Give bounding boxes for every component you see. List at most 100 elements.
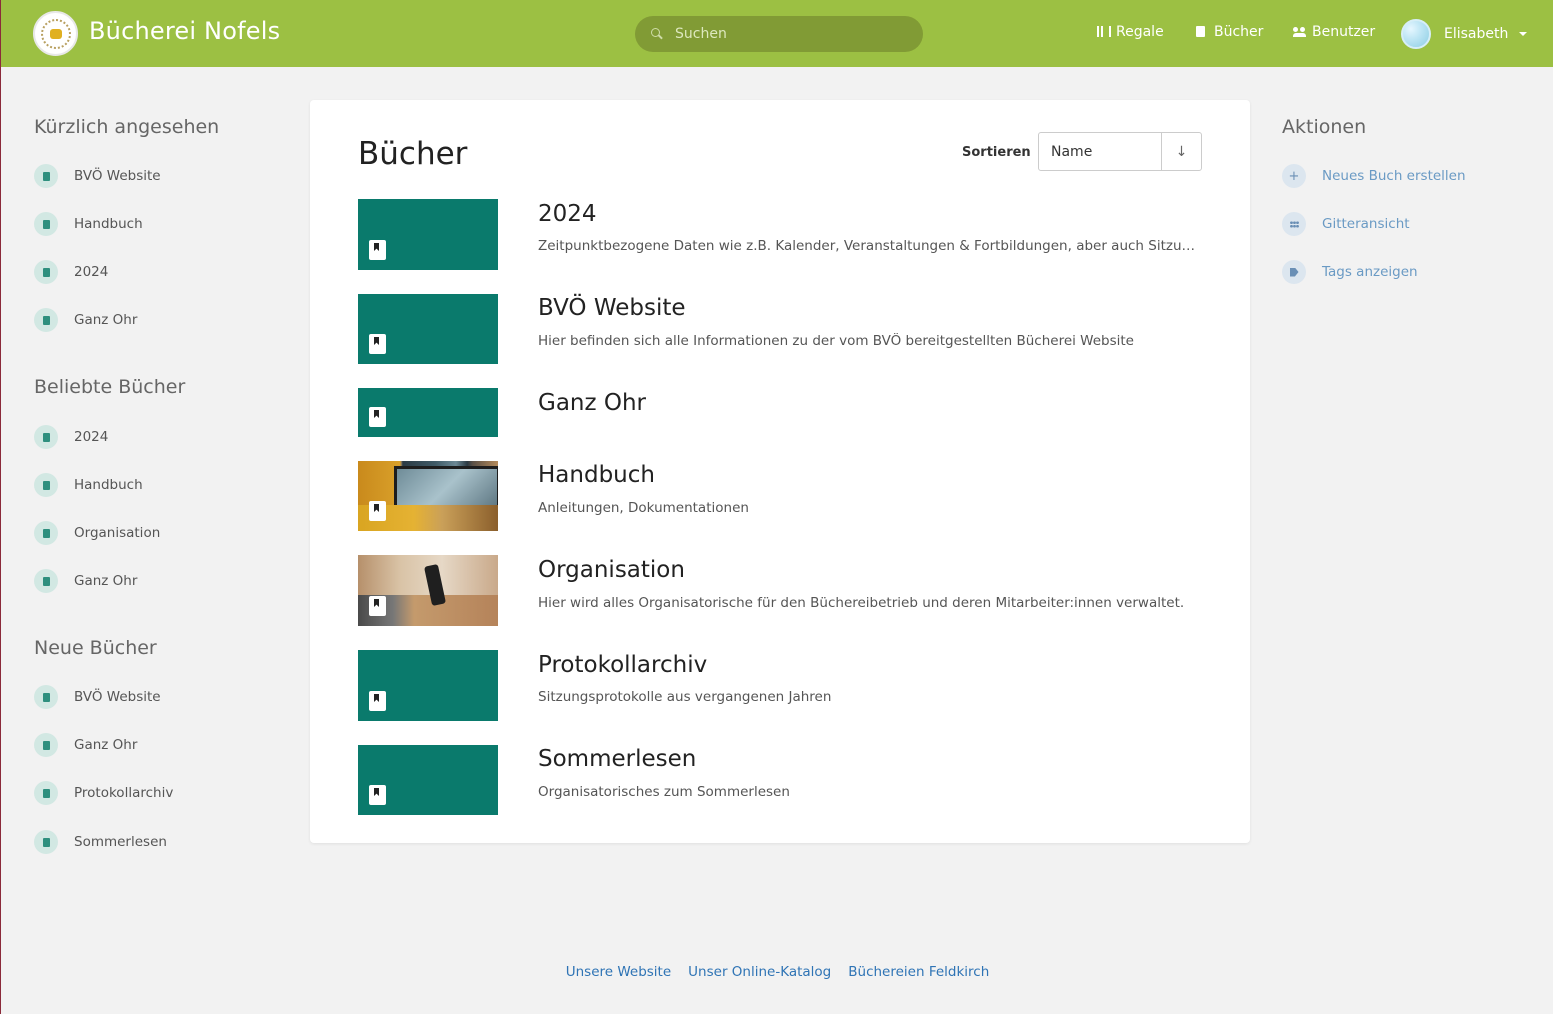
recent-item[interactable]: Handbuch bbox=[34, 212, 143, 236]
book-icon bbox=[369, 407, 386, 427]
book-cover[interactable] bbox=[358, 650, 498, 721]
create-book-label: Neues Buch erstellen bbox=[1322, 168, 1466, 184]
nav-shelves-label: Regale bbox=[1116, 24, 1164, 40]
shelves-icon bbox=[1097, 26, 1111, 38]
book-title[interactable]: Handbuch bbox=[538, 462, 655, 488]
book-icon bbox=[369, 240, 386, 260]
recent-item[interactable]: Ganz Ohr bbox=[34, 308, 137, 332]
book-icon bbox=[34, 164, 58, 188]
book-title[interactable]: Organisation bbox=[538, 557, 685, 583]
new-item-label: Ganz Ohr bbox=[74, 737, 138, 753]
footer-link-catalog[interactable]: Unser Online-Katalog bbox=[688, 964, 831, 980]
book-cover[interactable] bbox=[358, 388, 498, 437]
chevron-down-icon bbox=[1519, 32, 1528, 36]
show-tags-action[interactable]: Tags anzeigen bbox=[1282, 260, 1418, 284]
popular-item-label: 2024 bbox=[74, 429, 109, 445]
book-title[interactable]: 2024 bbox=[538, 201, 597, 227]
popular-item[interactable]: 2024 bbox=[34, 425, 108, 449]
show-tags-label: Tags anzeigen bbox=[1322, 264, 1418, 280]
book-description: Hier wird alles Organisatorische für den… bbox=[538, 595, 1185, 611]
popular-item-label: Handbuch bbox=[74, 477, 143, 493]
popular-item[interactable]: Ganz Ohr bbox=[34, 569, 137, 593]
books-card: Bücher Sortieren Name ↓ 2024 Zeitpunktbe… bbox=[310, 100, 1250, 843]
logo-emblem-icon bbox=[40, 18, 71, 49]
search-input[interactable] bbox=[675, 26, 895, 42]
recent-item[interactable]: 2024 bbox=[34, 260, 108, 284]
book-icon bbox=[34, 425, 58, 449]
nav-books-label: Bücher bbox=[1214, 24, 1264, 40]
book-icon bbox=[1195, 26, 1207, 38]
popular-item[interactable]: Handbuch bbox=[34, 473, 143, 497]
sort-label: Sortieren bbox=[962, 145, 1031, 160]
nav-users[interactable]: Benutzer bbox=[1293, 24, 1375, 40]
book-icon bbox=[34, 308, 58, 332]
actions-heading: Aktionen bbox=[1282, 116, 1367, 138]
recent-item-label: BVÖ Website bbox=[74, 168, 161, 184]
recent-item-label: Handbuch bbox=[74, 216, 143, 232]
book-icon bbox=[369, 596, 386, 616]
popular-item[interactable]: Organisation bbox=[34, 521, 160, 545]
grid-icon bbox=[1282, 212, 1306, 236]
grid-view-action[interactable]: Gitteransicht bbox=[1282, 212, 1410, 236]
book-icon bbox=[34, 685, 58, 709]
nav-shelves[interactable]: Regale bbox=[1097, 24, 1164, 40]
book-cover-photo[interactable] bbox=[358, 461, 498, 531]
user-name: Elisabeth bbox=[1444, 26, 1509, 42]
book-cover[interactable] bbox=[358, 294, 498, 364]
users-icon bbox=[1293, 26, 1306, 38]
sort-select[interactable]: Name bbox=[1039, 133, 1162, 170]
footer: Unsere Website Unser Online-Katalog Büch… bbox=[1, 964, 1553, 980]
book-icon bbox=[34, 781, 58, 805]
book-icon bbox=[369, 691, 386, 711]
user-menu[interactable]: Elisabeth bbox=[1401, 19, 1528, 49]
create-book-action[interactable]: + Neues Buch erstellen bbox=[1282, 164, 1466, 188]
book-icon bbox=[34, 212, 58, 236]
top-bar: Bücherei Nofels Regale Bücher Benutzer E… bbox=[1, 0, 1553, 67]
page-title: Bücher bbox=[358, 136, 468, 172]
sort-control: Name ↓ bbox=[1038, 132, 1202, 171]
site-title[interactable]: Bücherei Nofels bbox=[89, 17, 280, 45]
popular-item-label: Organisation bbox=[74, 525, 161, 541]
book-cover-photo[interactable] bbox=[358, 555, 498, 626]
book-description: Sitzungsprotokolle aus vergangenen Jahre… bbox=[538, 689, 832, 705]
popular-item-label: Ganz Ohr bbox=[74, 573, 138, 589]
new-item[interactable]: Ganz Ohr bbox=[34, 733, 137, 757]
footer-link-website[interactable]: Unsere Website bbox=[566, 964, 671, 980]
recent-item[interactable]: BVÖ Website bbox=[34, 164, 161, 188]
book-description: Zeitpunktbezogene Daten wie z.B. Kalende… bbox=[538, 238, 1202, 254]
recent-item-label: 2024 bbox=[74, 264, 109, 280]
book-cover[interactable] bbox=[358, 745, 498, 815]
book-icon bbox=[34, 830, 58, 854]
grid-view-label: Gitteransicht bbox=[1322, 216, 1410, 232]
book-title[interactable]: Protokollarchiv bbox=[538, 652, 707, 678]
plus-icon: + bbox=[1282, 164, 1306, 188]
book-icon bbox=[34, 260, 58, 284]
book-icon bbox=[34, 733, 58, 757]
book-title[interactable]: Sommerlesen bbox=[538, 746, 696, 772]
book-icon bbox=[34, 569, 58, 593]
footer-link-feldkirch[interactable]: Büchereien Feldkirch bbox=[848, 964, 989, 980]
book-icon bbox=[369, 334, 386, 354]
library-logo[interactable] bbox=[33, 11, 78, 56]
book-icon bbox=[369, 785, 386, 805]
book-title[interactable]: Ganz Ohr bbox=[538, 390, 646, 416]
nav-books[interactable]: Bücher bbox=[1195, 24, 1263, 40]
book-description: Hier befinden sich alle Informationen zu… bbox=[538, 333, 1134, 349]
book-description: Organisatorisches zum Sommerlesen bbox=[538, 784, 790, 800]
book-title[interactable]: BVÖ Website bbox=[538, 295, 686, 321]
sort-direction-button[interactable]: ↓ bbox=[1162, 133, 1201, 170]
new-item[interactable]: Sommerlesen bbox=[34, 830, 167, 854]
new-item[interactable]: BVÖ Website bbox=[34, 685, 161, 709]
popular-heading: Beliebte Bücher bbox=[34, 376, 186, 398]
recent-heading: Kürzlich angesehen bbox=[34, 116, 220, 138]
avatar bbox=[1401, 19, 1431, 49]
new-item[interactable]: Protokollarchiv bbox=[34, 781, 173, 805]
new-item-label: Sommerlesen bbox=[74, 834, 167, 850]
tag-icon bbox=[1282, 260, 1306, 284]
book-icon bbox=[34, 521, 58, 545]
book-cover[interactable] bbox=[358, 199, 498, 270]
search-bar[interactable] bbox=[635, 16, 923, 52]
new-item-label: BVÖ Website bbox=[74, 689, 161, 705]
book-icon bbox=[369, 501, 386, 521]
nav-users-label: Benutzer bbox=[1312, 24, 1376, 40]
